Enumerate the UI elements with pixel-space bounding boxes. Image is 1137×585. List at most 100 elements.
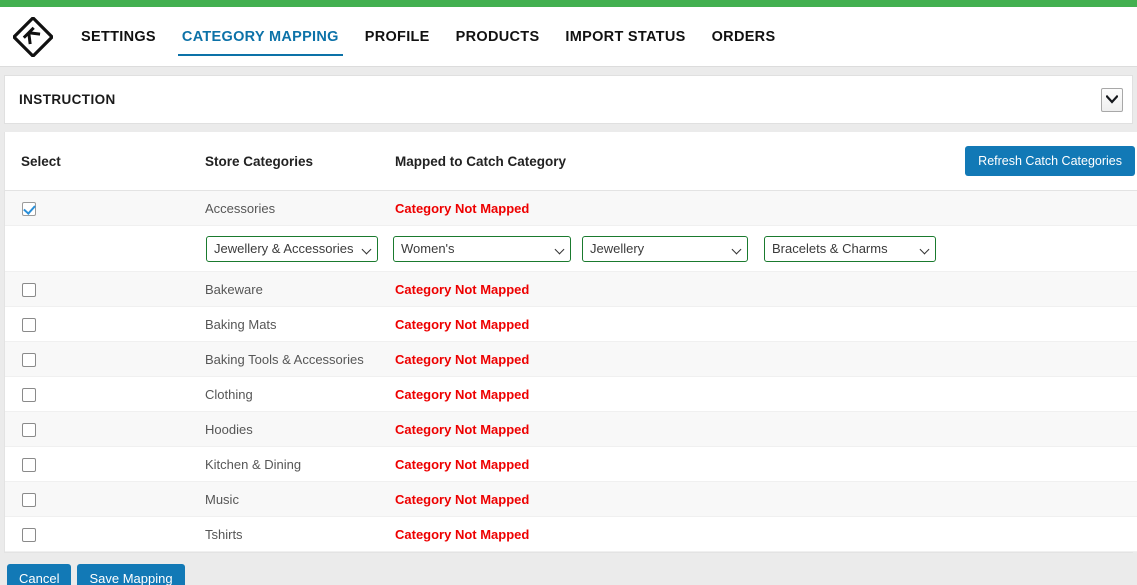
instruction-title: INSTRUCTION xyxy=(19,92,116,107)
catch-level2-select[interactable]: Jewellery xyxy=(582,235,748,262)
table-row: Accessories Category Not Mapped xyxy=(5,190,1137,226)
row-mapping-status: Category Not Mapped xyxy=(395,341,955,377)
row-mapping-status: Category Not Mapped xyxy=(395,271,955,307)
table-row: Baking Tools & Accessories Category Not … xyxy=(5,341,1137,377)
nav-label-orders: ORDERS xyxy=(711,28,776,45)
row-checkbox-accessories[interactable] xyxy=(22,201,36,216)
catch-level3-select-value: Bracelets & Charms xyxy=(772,241,888,256)
row-action-cell xyxy=(955,481,1137,517)
catch-level1-select[interactable]: Women's xyxy=(393,235,571,262)
row-action-cell xyxy=(955,306,1137,342)
header-store-categories: Store Categories xyxy=(205,132,395,191)
row-store-category: Music xyxy=(205,481,395,517)
header-actions: Refresh Catch Categories xyxy=(955,132,1137,191)
row-select-cell xyxy=(5,411,205,447)
status-not-mapped: Category Not Mapped xyxy=(395,421,530,437)
row-action-cell xyxy=(955,341,1137,377)
row-checkbox-music[interactable] xyxy=(22,492,36,507)
save-mapping-button[interactable]: Save Mapping xyxy=(77,564,185,585)
row-store-category: Bakeware xyxy=(205,271,395,307)
catch-level3-select[interactable]: Bracelets & Charms xyxy=(764,235,936,262)
row-select-cell xyxy=(5,190,205,226)
table-header-row: Select Store Categories Mapped to Catch … xyxy=(5,132,1137,191)
nav-item-import-status[interactable]: IMPORT STATUS xyxy=(552,7,698,66)
row-store-category: Hoodies xyxy=(205,411,395,447)
row-checkbox-clothing[interactable] xyxy=(22,387,36,402)
row-select-cell xyxy=(5,481,205,517)
mapping-selects-spacer xyxy=(5,225,205,272)
row-mapping-status: Category Not Mapped xyxy=(395,516,955,552)
nav-label-settings: SETTINGS xyxy=(81,28,156,45)
row-select-cell xyxy=(5,271,205,307)
row-mapping-status: Category Not Mapped xyxy=(395,481,955,517)
table-head: Select Store Categories Mapped to Catch … xyxy=(5,132,1137,191)
row-action-cell xyxy=(955,190,1137,226)
mapping-selects-cell: Jewellery & Accessories Women's Jeweller… xyxy=(205,225,1137,272)
row-checkbox-hoodies[interactable] xyxy=(22,422,36,437)
table-row: Bakeware Category Not Mapped xyxy=(5,271,1137,307)
cancel-button[interactable]: Cancel xyxy=(7,564,72,585)
row-store-category: Baking Tools & Accessories xyxy=(205,341,395,377)
status-not-mapped: Category Not Mapped xyxy=(395,281,530,297)
row-action-cell xyxy=(955,271,1137,307)
row-mapping-status: Category Not Mapped xyxy=(395,190,955,226)
status-not-mapped: Category Not Mapped xyxy=(395,526,530,542)
row-select-cell xyxy=(5,446,205,482)
table-row: Hoodies Category Not Mapped xyxy=(5,411,1137,447)
table-row: Baking Mats Category Not Mapped xyxy=(5,306,1137,342)
row-store-category: Accessories xyxy=(205,190,395,226)
instruction-expand-toggle[interactable] xyxy=(1101,87,1123,112)
row-action-cell xyxy=(955,516,1137,552)
row-checkbox-baking-mats[interactable] xyxy=(22,317,36,332)
app-header: SETTINGS CATEGORY MAPPING PROFILE PRODUC… xyxy=(0,7,1137,67)
header-mapped-to-catch: Mapped to Catch Category xyxy=(395,132,955,191)
row-select-cell xyxy=(5,516,205,552)
nav-label-category-mapping: CATEGORY MAPPING xyxy=(181,28,339,45)
row-mapping-status: Category Not Mapped xyxy=(395,376,955,412)
nav-label-import-status: IMPORT STATUS xyxy=(565,28,686,45)
nav-item-products[interactable]: PRODUCTS xyxy=(443,7,553,66)
row-store-category: Clothing xyxy=(205,376,395,412)
nav-label-products: PRODUCTS xyxy=(455,28,540,45)
status-not-mapped: Category Not Mapped xyxy=(395,200,530,216)
row-select-cell xyxy=(5,376,205,412)
row-select-cell xyxy=(5,341,205,377)
row-mapping-status: Category Not Mapped xyxy=(395,306,955,342)
store-category-select-value: Jewellery & Accessories xyxy=(214,241,354,256)
row-mapping-status: Category Not Mapped xyxy=(395,411,955,447)
status-not-mapped: Category Not Mapped xyxy=(395,456,530,472)
nav-item-settings[interactable]: SETTINGS xyxy=(68,7,169,66)
catch-level1-select-value: Women's xyxy=(401,241,455,256)
nav-item-profile[interactable]: PROFILE xyxy=(352,7,443,66)
row-store-category: Baking Mats xyxy=(205,306,395,342)
main-nav: SETTINGS CATEGORY MAPPING PROFILE PRODUC… xyxy=(68,7,788,66)
row-checkbox-kitchen-dining[interactable] xyxy=(22,457,36,472)
store-category-select[interactable]: Jewellery & Accessories xyxy=(206,235,378,262)
status-not-mapped: Category Not Mapped xyxy=(395,491,530,507)
table-body: Accessories Category Not Mapped Jeweller… xyxy=(5,190,1137,552)
table-row: Music Category Not Mapped xyxy=(5,481,1137,517)
row-mapping-status: Category Not Mapped xyxy=(395,446,955,482)
row-checkbox-tshirts[interactable] xyxy=(22,527,36,542)
header-select: Select xyxy=(5,132,205,191)
instruction-panel: INSTRUCTION xyxy=(4,75,1133,124)
form-footer: Cancel Save Mapping xyxy=(0,553,1137,585)
refresh-catch-categories-button[interactable]: Refresh Catch Categories xyxy=(965,146,1135,176)
status-not-mapped: Category Not Mapped xyxy=(395,351,530,367)
nav-item-orders[interactable]: ORDERS xyxy=(699,7,789,66)
row-checkbox-baking-tools-accessories[interactable] xyxy=(22,352,36,367)
row-action-cell xyxy=(955,411,1137,447)
app-logo xyxy=(12,16,54,58)
row-store-category: Kitchen & Dining xyxy=(205,446,395,482)
table-row: Kitchen & Dining Category Not Mapped xyxy=(5,446,1137,482)
row-checkbox-bakeware[interactable] xyxy=(22,282,36,297)
row-store-category: Tshirts xyxy=(205,516,395,552)
row-select-cell xyxy=(5,306,205,342)
table-row: Clothing Category Not Mapped xyxy=(5,376,1137,412)
catch-level2-select-value: Jewellery xyxy=(590,241,645,256)
status-not-mapped: Category Not Mapped xyxy=(395,316,530,332)
row-action-cell xyxy=(955,376,1137,412)
nav-label-profile: PROFILE xyxy=(364,28,430,45)
chevron-down-icon xyxy=(1105,91,1119,109)
nav-item-category-mapping[interactable]: CATEGORY MAPPING xyxy=(169,7,352,66)
